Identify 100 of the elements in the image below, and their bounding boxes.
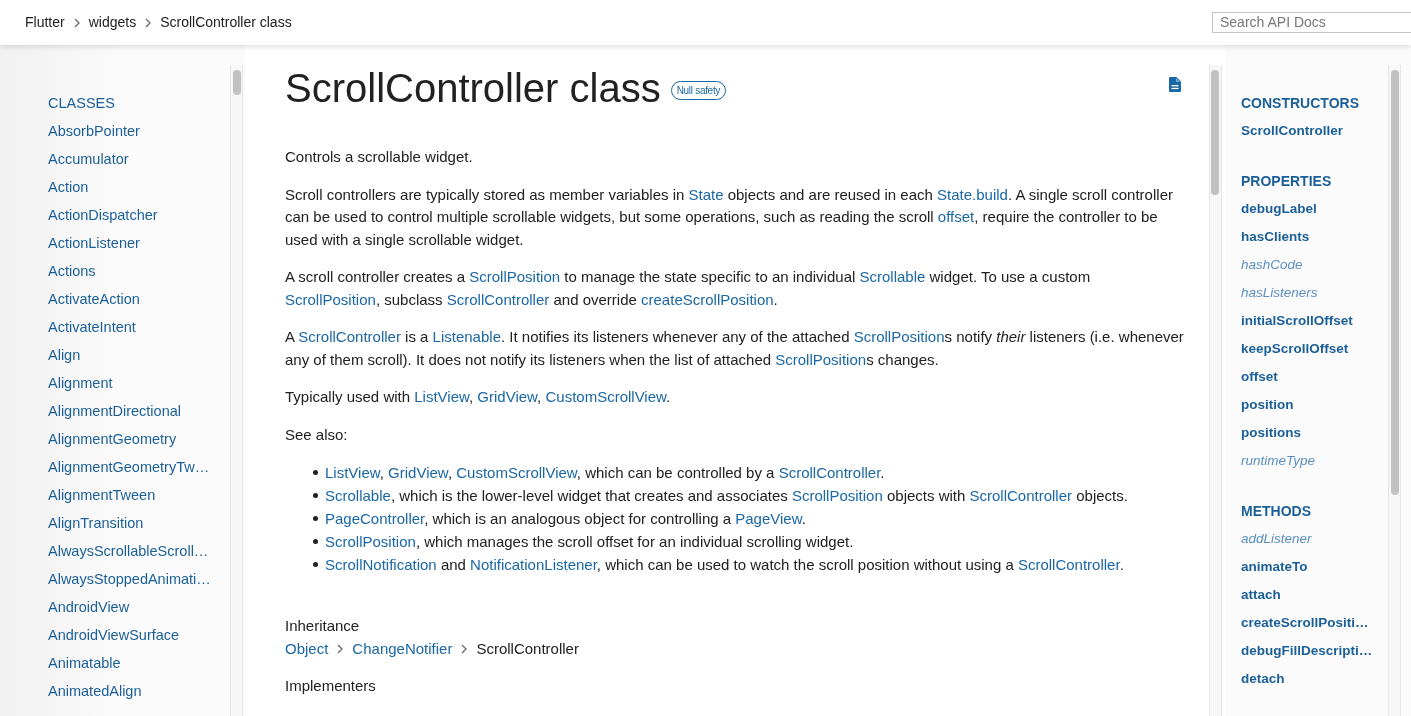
- section-heading[interactable]: CLASSES: [48, 89, 115, 117]
- link[interactable]: CustomScrollView: [456, 464, 577, 481]
- nav-link[interactable]: addListener: [1241, 525, 1312, 553]
- section-label: Inheritance: [285, 616, 360, 636]
- bullet-icon: [313, 539, 318, 544]
- nav-link[interactable]: hasClients: [1241, 223, 1310, 251]
- scrollbar-thumb[interactable]: [1211, 70, 1219, 195]
- page-title: ScrollController class: [285, 65, 661, 112]
- nav-link[interactable]: AlignTransition: [48, 509, 144, 537]
- section-label: Implementers: [285, 676, 376, 696]
- list-item: Scrollable, which is the lower-level widget that creates and associates ScrollPosition objects with ScrollController objects.: [325, 486, 1128, 506]
- nav-link[interactable]: ActivateIntent: [48, 313, 136, 341]
- nav-link[interactable]: offset: [1241, 363, 1278, 391]
- nav-link[interactable]: Accumulator: [48, 145, 129, 173]
- section-heading[interactable]: CONSTRUCTORS: [1241, 89, 1359, 117]
- search-field[interactable]: Search API Docs: [1212, 12, 1411, 33]
- paragraph: A scroll controller creates a ScrollPosition to manage the state specific to an individual Scrollable widget. To use a custom ScrollPosition, subclass ScrollController and override createScrollPosition.: [285, 267, 1092, 310]
- nav-link[interactable]: Align: [48, 341, 81, 369]
- list-item: PageController, which is an analogous object for controlling a PageView.: [325, 509, 806, 529]
- breadcrumb-item[interactable]: Flutter: [25, 12, 65, 33]
- list-item: ScrollNotification and NotificationListener, which can be used to watch the scroll position without using a ScrollController.: [325, 555, 1124, 575]
- nav-link[interactable]: AlwaysStoppedAnimati…: [48, 565, 211, 593]
- link[interactable]: ScrollPosition: [469, 268, 561, 285]
- nav-link[interactable]: createScrollPositi…: [1241, 609, 1369, 637]
- nav-link[interactable]: runtimeType: [1241, 447, 1316, 475]
- nav-link[interactable]: AlwaysScrollableScroll…: [48, 537, 209, 565]
- bullet-icon: [313, 493, 318, 498]
- link[interactable]: ScrollController: [778, 464, 881, 481]
- link[interactable]: Listenable: [432, 328, 501, 345]
- link[interactable]: ScrollPosition: [791, 487, 883, 504]
- nav-link[interactable]: attach: [1241, 581, 1281, 609]
- chevron-icon: [461, 643, 468, 654]
- nav-link[interactable]: ActionDispatcher: [48, 201, 158, 229]
- nav-link[interactable]: Action: [48, 173, 89, 201]
- paragraph: See also:: [285, 424, 349, 445]
- link[interactable]: State: [688, 185, 724, 203]
- nav-link[interactable]: animateTo: [1241, 553, 1308, 581]
- link[interactable]: GridView: [388, 464, 448, 481]
- link[interactable]: createScrollPosition: [641, 290, 774, 308]
- class-name: ScrollController: [476, 639, 579, 659]
- paragraph: A ScrollController is a Listenable. It notifies its listeners whenever any of the attached ScrollPositions notify their listeners (i.e. whenever any of them scroll). It does not notify its listeners when the list of attached ScrollPositions changes.: [285, 327, 1185, 370]
- link[interactable]: State.build: [937, 185, 1008, 203]
- link[interactable]: PageController: [325, 510, 425, 527]
- document-icon[interactable]: [1169, 76, 1181, 92]
- bullet-icon: [313, 516, 318, 521]
- link[interactable]: ScrollPosition: [775, 350, 867, 368]
- nav-link[interactable]: AbsorbPointer: [48, 117, 140, 145]
- link[interactable]: Object: [285, 637, 329, 660]
- link[interactable]: ScrollPosition: [285, 290, 376, 308]
- nav-link[interactable]: initialScrollOffset: [1241, 307, 1353, 335]
- nav-link[interactable]: Actions: [48, 257, 96, 285]
- nav-link[interactable]: ActivateAction: [48, 285, 140, 313]
- link[interactable]: ScrollController: [969, 487, 1073, 504]
- nav-link[interactable]: hasListeners: [1241, 279, 1318, 307]
- link[interactable]: NotificationListener: [470, 556, 597, 573]
- nav-link[interactable]: positions: [1241, 419, 1301, 447]
- nav-link[interactable]: AlignmentDirectional: [48, 397, 181, 425]
- link[interactable]: ScrollController: [1017, 556, 1120, 573]
- link[interactable]: ScrollNotification: [325, 556, 437, 573]
- nav-link[interactable]: AlignmentGeometry: [48, 425, 177, 453]
- nav-link[interactable]: hashCode: [1241, 251, 1303, 279]
- nav-link[interactable]: ScrollController: [1241, 117, 1343, 145]
- link[interactable]: PageView: [735, 510, 802, 527]
- nav-link[interactable]: Animatable: [48, 649, 121, 677]
- nav-link[interactable]: AndroidView: [48, 593, 130, 621]
- link[interactable]: Scrollable: [859, 268, 926, 285]
- nav-link[interactable]: debugFillDescripti…: [1241, 637, 1373, 665]
- breadcrumb-item: ScrollController class: [160, 13, 292, 32]
- nav-link[interactable]: ActionListener: [48, 229, 140, 257]
- section-heading[interactable]: METHODS: [1241, 497, 1311, 525]
- nav-link[interactable]: position: [1241, 391, 1294, 419]
- list-item: ScrollPosition, which manages the scroll offset for an individual scrolling widget.: [325, 532, 854, 552]
- link[interactable]: ScrollController: [446, 290, 550, 308]
- nav-link[interactable]: keepScrollOffset: [1241, 335, 1349, 363]
- list-item: ListView, GridView, CustomScrollView, which can be controlled by a ScrollController.: [325, 463, 885, 483]
- link[interactable]: ListView: [414, 388, 469, 405]
- chevron-icon: [145, 17, 152, 28]
- chevron-icon: [337, 643, 344, 654]
- link[interactable]: ScrollPosition: [325, 533, 416, 550]
- breadcrumb-item[interactable]: widgets: [88, 12, 137, 33]
- nav-link[interactable]: AnimatedAlign: [48, 677, 142, 705]
- section-heading[interactable]: PROPERTIES: [1241, 167, 1332, 195]
- link[interactable]: ScrollPosition: [853, 328, 945, 345]
- nav-link[interactable]: detach: [1241, 665, 1285, 693]
- link[interactable]: ChangeNotifier: [352, 637, 453, 660]
- paragraph: Scroll controllers are typically stored as member variables in State objects and are reused in each State.build. A single scroll controller can be used to control multiple scrollable widgets, but some operations, such as reading the scroll offset, require the controller to be used with a single scrollable widget.: [285, 184, 1174, 250]
- nav-link[interactable]: debugLabel: [1241, 195, 1317, 223]
- bullet-icon: [313, 470, 318, 475]
- nav-link[interactable]: AndroidViewSurface: [48, 621, 180, 649]
- nav-link[interactable]: AlignmentTween: [48, 481, 156, 509]
- bullet-icon: [313, 562, 318, 567]
- link[interactable]: Scrollable: [325, 487, 391, 504]
- paragraph: Typically used with ListView, GridView, CustomScrollView.: [285, 387, 672, 407]
- nav-link[interactable]: Alignment: [48, 369, 113, 397]
- scrollbar-thumb[interactable]: [1390, 70, 1399, 495]
- link[interactable]: ListView: [325, 464, 380, 481]
- link[interactable]: ScrollController: [298, 328, 401, 345]
- chevron-icon: [73, 17, 80, 28]
- nav-link[interactable]: AlignmentGeometryTw…: [48, 453, 210, 481]
- scrollbar-thumb[interactable]: [232, 70, 241, 95]
